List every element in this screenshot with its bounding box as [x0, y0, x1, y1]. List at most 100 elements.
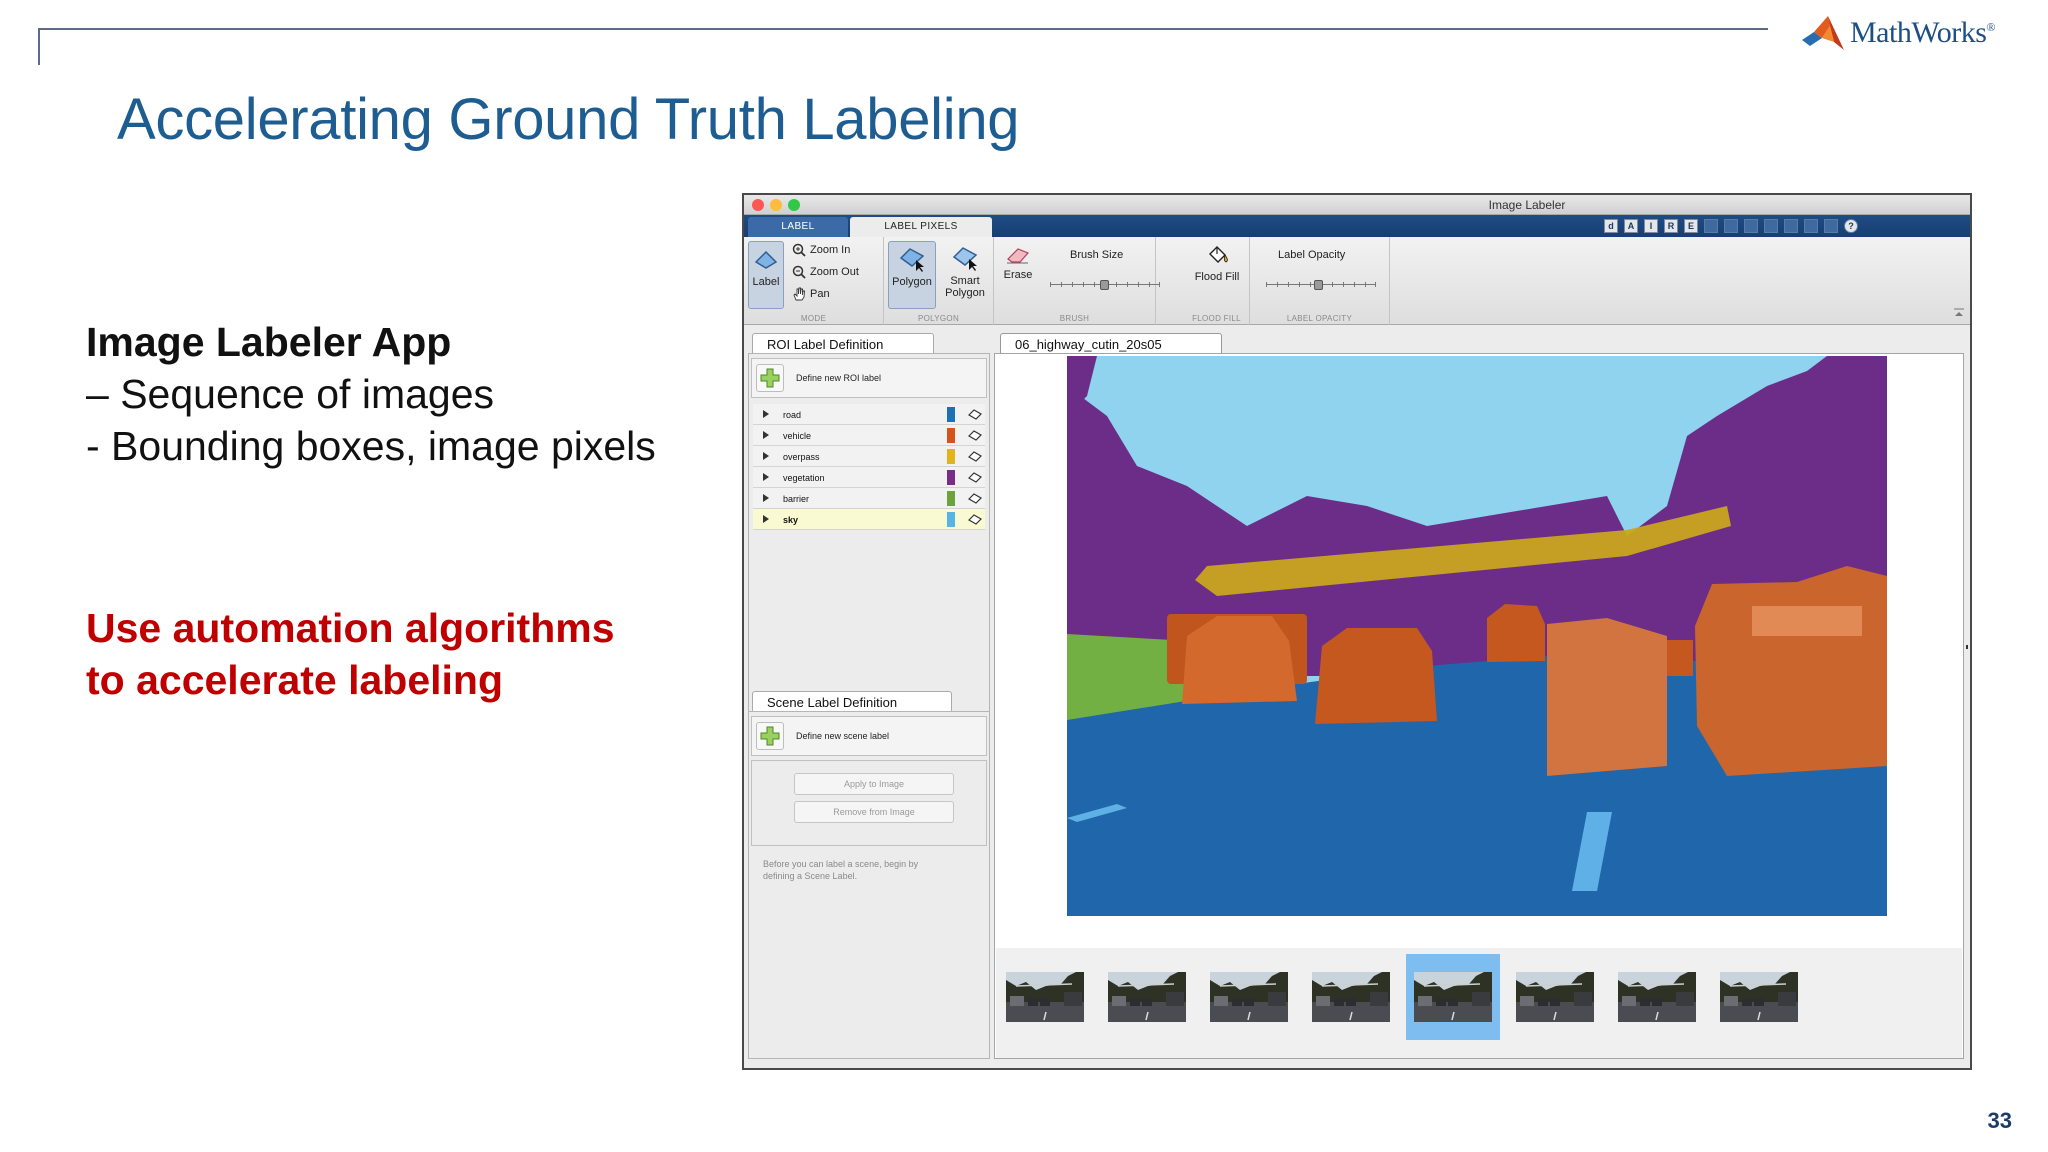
toolstrip: Label Zoom In Zoom Out Pan MODE Polygon …	[744, 237, 1970, 325]
roi-label-row[interactable]: road	[753, 404, 985, 425]
plus-icon	[760, 368, 780, 388]
save-icon[interactable]	[1704, 219, 1718, 233]
expand-caret-icon[interactable]	[763, 515, 769, 523]
splitter-handle[interactable]	[1966, 645, 1968, 649]
quick-access-button[interactable]: d	[1604, 219, 1618, 233]
expand-caret-icon[interactable]	[763, 410, 769, 418]
membrane-logo-icon	[1802, 16, 1844, 50]
expand-caret-icon[interactable]	[763, 452, 769, 460]
roi-label-name: vegetation	[783, 473, 825, 483]
label-mode-button[interactable]: Label	[748, 241, 784, 309]
roi-label-row[interactable]: overpass	[753, 446, 985, 467]
expand-caret-icon[interactable]	[763, 431, 769, 439]
edit-label-icon[interactable]	[967, 470, 983, 487]
erase-button[interactable]: Erase	[1000, 245, 1036, 295]
flood-fill-group-label: FLOOD FILL	[1192, 314, 1241, 323]
image-display-panel	[994, 353, 1964, 1059]
scene-label-definition-tab[interactable]: Scene Label Definition	[752, 691, 952, 713]
expand-caret-icon[interactable]	[763, 494, 769, 502]
roi-label-row[interactable]: vehicle	[753, 425, 985, 446]
image-tab[interactable]: 06_highway_cutin_20s05	[1000, 333, 1222, 355]
pan-button[interactable]: Pan	[792, 287, 830, 301]
tab-label-pixels[interactable]: LABEL PIXELS	[850, 217, 992, 237]
label-color-swatch[interactable]	[947, 407, 955, 422]
slide-header-tick	[38, 28, 40, 65]
frame-thumbnail[interactable]	[1618, 972, 1696, 1022]
label-color-swatch[interactable]	[947, 491, 955, 506]
scene-hint-line: Before you can label a scene, begin by	[763, 859, 919, 869]
scene-label-panel: Define new scene label Apply to Image Re…	[748, 711, 990, 1059]
roi-label-name: barrier	[783, 494, 810, 504]
define-roi-label-text: Define new ROI label	[796, 373, 882, 383]
undo-icon[interactable]	[1724, 219, 1738, 233]
highlight-text: Use automation algorithms to accelerate …	[86, 602, 615, 706]
redo-icon[interactable]	[1744, 219, 1758, 233]
expand-caret-icon[interactable]	[763, 473, 769, 481]
label-color-swatch[interactable]	[947, 449, 955, 464]
edit-label-icon[interactable]	[967, 491, 983, 508]
logo-registered-mark: ®	[1986, 20, 1996, 34]
zoom-in-button[interactable]: Zoom In	[792, 243, 850, 257]
collapse-toolstrip-icon[interactable]	[1954, 308, 1964, 318]
polygon-group: Polygon Smart Polygon POLYGON	[884, 237, 994, 325]
brush-size-slider[interactable]	[1050, 279, 1160, 291]
define-roi-label-row[interactable]: Define new ROI label	[751, 358, 987, 398]
polygon-button[interactable]: Polygon	[888, 241, 936, 309]
pan-label: Pan	[810, 288, 830, 300]
edit-label-icon[interactable]	[967, 449, 983, 466]
frame-thumbnail[interactable]	[1720, 972, 1798, 1022]
window-titlebar: Image Labeler	[744, 195, 1970, 215]
edit-label-icon[interactable]	[967, 428, 983, 445]
label-color-swatch[interactable]	[947, 512, 955, 527]
brush-size-thumb[interactable]	[1100, 280, 1109, 290]
zoom-out-button[interactable]: Zoom Out	[792, 265, 859, 279]
add-scene-label-button[interactable]	[756, 722, 784, 750]
frame-thumbnail[interactable]	[1414, 972, 1492, 1022]
paste-icon[interactable]	[1804, 219, 1818, 233]
roi-label-name: overpass	[783, 452, 820, 462]
edit-label-icon[interactable]	[967, 407, 983, 424]
highlight-line: Use automation algorithms	[86, 605, 615, 651]
quick-access-button[interactable]: R	[1664, 219, 1678, 233]
quick-access-button[interactable]: I	[1644, 219, 1658, 233]
cut-icon[interactable]	[1764, 219, 1778, 233]
roi-label-definition-tab[interactable]: ROI Label Definition	[752, 333, 934, 355]
label-opacity-group: Label Opacity LABEL OPACITY	[1250, 237, 1390, 325]
zoom-out-label: Zoom Out	[810, 266, 859, 278]
quick-access-button[interactable]: A	[1624, 219, 1638, 233]
frame-thumbnail[interactable]	[1006, 972, 1084, 1022]
copy-icon[interactable]	[1784, 219, 1798, 233]
smart-polygon-button[interactable]: Smart Polygon	[940, 241, 990, 311]
zoom-in-icon	[792, 243, 806, 257]
polygon-label: Polygon	[892, 276, 932, 288]
polygon-group-label: POLYGON	[917, 314, 960, 323]
page-number: 33	[1987, 1108, 2012, 1133]
label-color-swatch[interactable]	[947, 428, 955, 443]
help-icon[interactable]: ?	[1844, 219, 1858, 233]
frame-thumbnail[interactable]	[1312, 972, 1390, 1022]
define-scene-label-row[interactable]: Define new scene label	[751, 716, 987, 756]
roi-label-row[interactable]: vegetation	[753, 467, 985, 488]
flood-fill-button[interactable]: Flood Fill	[1188, 245, 1246, 295]
apply-to-image-button[interactable]: Apply to Image	[794, 773, 954, 795]
image-labeler-window: Image Labeler LABEL LABEL PIXELS d A I R E? …	[742, 193, 1972, 1070]
label-opacity-slider[interactable]	[1266, 279, 1376, 291]
frame-thumbnail[interactable]	[1210, 972, 1288, 1022]
frame-thumbnail[interactable]	[1516, 972, 1594, 1022]
frame-thumbnail[interactable]	[1108, 972, 1186, 1022]
label-color-swatch[interactable]	[947, 470, 955, 485]
add-roi-label-button[interactable]	[756, 364, 784, 392]
labeled-road-image	[1067, 356, 1887, 916]
label-opacity-thumb[interactable]	[1314, 280, 1323, 290]
quick-access-button[interactable]: E	[1684, 219, 1698, 233]
slide-title: Accelerating Ground Truth Labeling	[117, 87, 1020, 152]
print-icon[interactable]	[1824, 219, 1838, 233]
remove-from-image-button[interactable]: Remove from Image	[794, 801, 954, 823]
roi-label-row[interactable]: barrier	[753, 488, 985, 509]
scene-actions-box: Apply to Image Remove from Image	[751, 760, 987, 846]
logo-text: MathWorks	[1850, 16, 1987, 49]
edit-label-icon[interactable]	[967, 512, 983, 529]
roi-label-name: road	[783, 410, 802, 420]
roi-label-row[interactable]: sky	[753, 509, 985, 530]
tab-label[interactable]: LABEL	[748, 217, 848, 237]
